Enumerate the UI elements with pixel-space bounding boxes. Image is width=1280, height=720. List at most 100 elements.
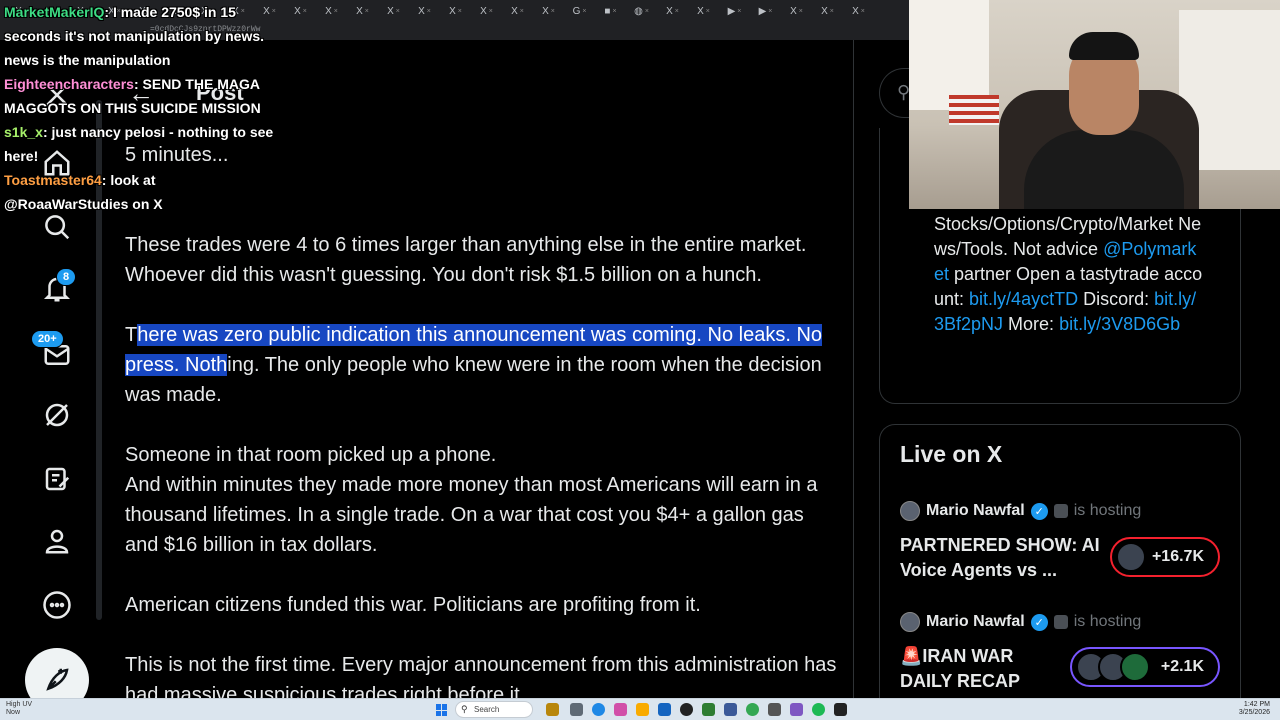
clock-date: 3/25/2026 [1238,709,1270,716]
x-logo: X [666,5,673,17]
browser-tab[interactable]: X × [812,0,843,22]
app-icon[interactable] [658,703,671,716]
obs-icon[interactable] [680,703,693,716]
tweet-paragraph-3a: Someone in that room picked up a phone. [125,444,497,466]
taskbar-search[interactable]: ⚲ Search [455,701,533,718]
webcam-flag [949,95,999,125]
affiliate-badge-icon [1053,504,1068,518]
browser-tab[interactable]: X × [657,0,688,22]
close-tab-icon[interactable]: × [520,8,524,15]
close-tab-icon[interactable]: × [830,8,834,15]
chat-username: Toastmaster64 [4,172,102,188]
folder-icon[interactable] [636,703,649,716]
close-tab-icon[interactable]: × [582,8,586,15]
listener-count-pill[interactable]: +16.7K [1110,537,1220,577]
windows-start-icon[interactable] [436,704,448,716]
spotify-icon[interactable] [812,703,825,716]
space-host-row[interactable]: Mario Nawfal ✓ is hosting [900,612,1141,632]
browser-tab[interactable]: X × [533,0,564,22]
browser-tab[interactable]: ▶ × [719,0,750,22]
app-icon[interactable] [702,703,715,716]
paint-icon[interactable] [546,703,559,716]
browser-tab[interactable]: ◍ × [626,0,657,22]
browser-tab[interactable]: G × [564,0,595,22]
browser-tab[interactable]: ■ × [595,0,626,22]
listener-count-pill[interactable]: +2.1K [1070,647,1220,687]
close-tab-icon[interactable]: × [427,8,431,15]
close-tab-icon[interactable]: × [396,8,400,15]
x-logo: X [294,5,301,17]
globe-icon: ◍ [634,5,643,17]
x-logo: X [356,5,363,17]
app-icon[interactable] [570,703,583,716]
close-tab-icon[interactable]: × [365,8,369,15]
chat-username: Eighteencharacters [4,76,134,92]
close-tab-icon[interactable]: × [768,8,772,15]
browser-tab[interactable]: X × [471,0,502,22]
close-tab-icon[interactable]: × [489,8,493,15]
webcam-person-hair [1069,32,1139,60]
close-tab-icon[interactable]: × [458,8,462,15]
live-section-title: Live on X [900,441,1003,467]
close-tab-icon[interactable]: × [645,8,649,15]
browser-tab[interactable]: X × [347,0,378,22]
host-name: Mario Nawfal [926,613,1025,630]
notification-badge: 8 [56,268,77,286]
space-host-row[interactable]: Mario Nawfal ✓ is hosting [900,501,1141,521]
host-name: Mario Nawfal [926,502,1025,519]
close-tab-icon[interactable]: × [612,8,616,15]
webcam-person-body [1024,130,1184,209]
edge-icon[interactable] [592,703,605,716]
verified-badge-icon: ✓ [1030,502,1048,520]
messages-badge: 20+ [31,330,64,348]
app-icon[interactable] [834,703,847,716]
browser-tab[interactable]: X × [440,0,471,22]
chat-separator: : [133,76,143,92]
chat-username: s1k_x [4,124,43,140]
steam-icon[interactable] [724,703,737,716]
close-tab-icon[interactable]: × [799,8,803,15]
live-on-x-card: Live on X Mario Nawfal ✓ is hosting PART… [879,424,1241,698]
person-icon[interactable] [40,524,74,558]
browser-tab[interactable]: ▶ × [750,0,781,22]
chat-username: MarketMakerIQ [4,4,105,20]
chrome-icon[interactable] [746,703,759,716]
tweet-paragraph-2: There was zero public indication this an… [125,320,840,410]
bio-link[interactable]: bit.ly/4ayctTD [969,289,1078,309]
browser-tab[interactable]: X × [316,0,347,22]
grok-icon[interactable] [40,398,74,432]
search-icon: ⚲ [461,704,468,714]
affiliate-badge-icon [1053,615,1068,629]
space-title[interactable]: 🚨IRAN WAR DAILY RECAP [900,644,1050,694]
close-tab-icon[interactable]: × [303,8,307,15]
more-icon[interactable] [40,588,74,622]
compose-note-icon[interactable] [40,462,74,496]
app-icon[interactable] [790,703,803,716]
listener-count: +2.1K [1160,658,1204,675]
close-tab-icon[interactable]: × [334,8,338,15]
tweet-body: 5 minutes... These trades were 4 to 6 ti… [125,140,840,698]
stream-chat-overlay: MarketMakerIQ: I made 2750$ in 15 second… [4,0,274,216]
browser-tab[interactable]: X × [502,0,533,22]
browser-tab[interactable]: X × [688,0,719,22]
browser-tab[interactable]: X × [843,0,874,22]
chat-message: Toastmaster64: look at @RoaaWarStudies o… [4,168,274,216]
bio-link[interactable]: bit.ly/3V8D6Gb [1059,314,1180,334]
browser-tab[interactable]: X × [781,0,812,22]
google-icon: G [572,5,581,17]
verified-badge-icon: ✓ [1030,613,1048,631]
browser-tab[interactable]: X × [285,0,316,22]
youtube-icon: ▶ [758,5,767,17]
close-tab-icon[interactable]: × [861,8,865,15]
system-clock[interactable]: 1:42 PM 3/25/2026 [1230,701,1270,717]
close-tab-icon[interactable]: × [737,8,741,15]
browser-tab[interactable]: X × [409,0,440,22]
close-tab-icon[interactable]: × [675,8,679,15]
space-title[interactable]: PARTNERED SHOW: AI Voice Agents vs ... [900,533,1100,583]
app-icon[interactable] [768,703,781,716]
close-tab-icon[interactable]: × [551,8,555,15]
app-icon[interactable] [614,703,627,716]
weather-widget[interactable]: High UV Now [6,701,32,717]
close-tab-icon[interactable]: × [706,8,710,15]
browser-tab[interactable]: X × [378,0,409,22]
